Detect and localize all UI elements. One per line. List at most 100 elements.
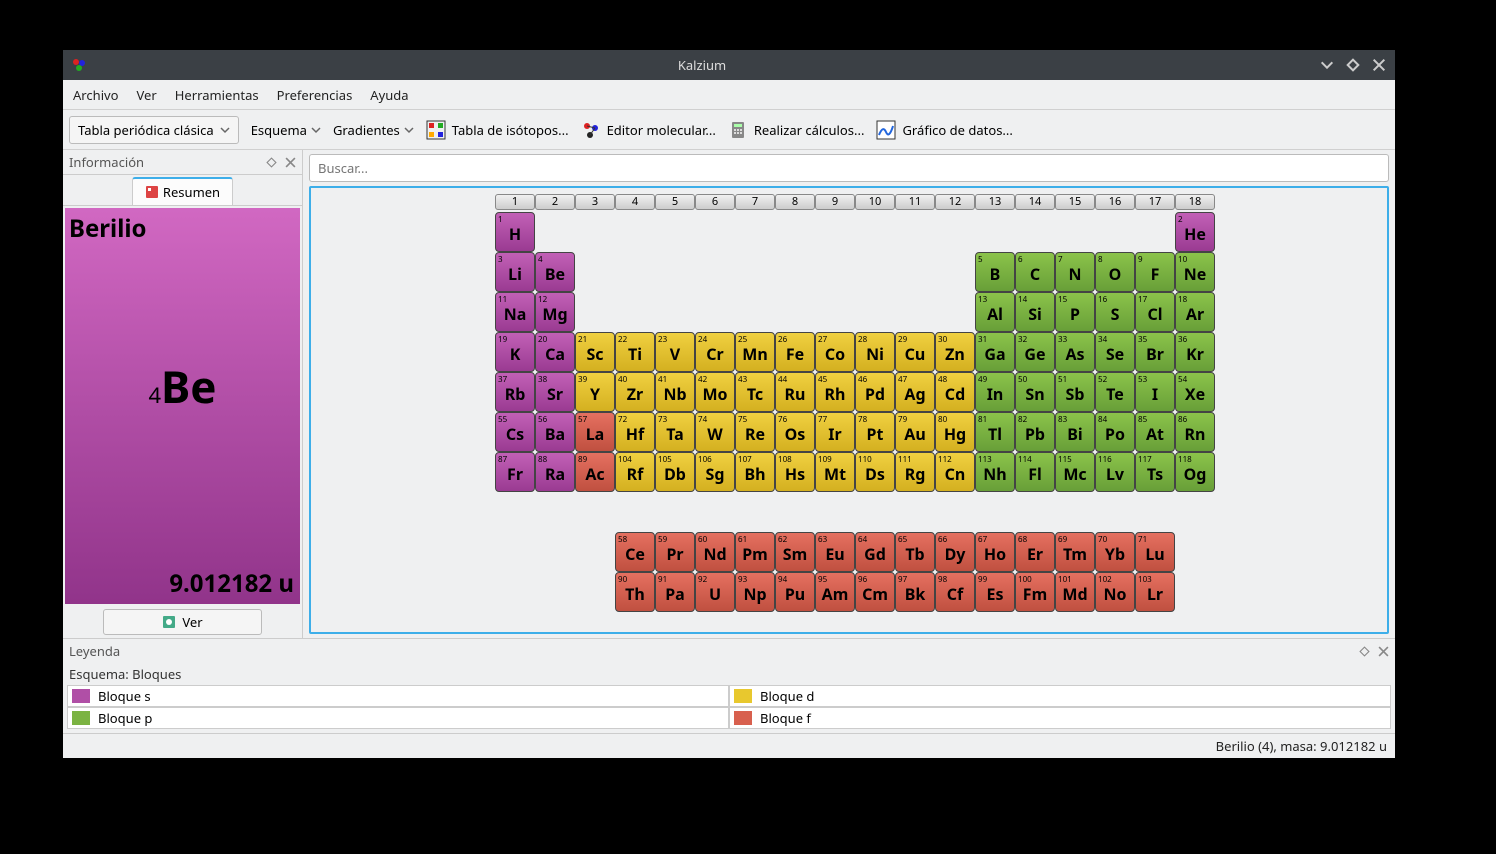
element-Pt[interactable]: 78Pt — [855, 412, 895, 452]
group-button-5[interactable]: 5 — [655, 194, 695, 210]
element-Xe[interactable]: 54Xe — [1175, 372, 1215, 412]
element-Eu[interactable]: 63Eu — [815, 532, 855, 572]
element-Hs[interactable]: 108Hs — [775, 452, 815, 492]
element-Pm[interactable]: 61Pm — [735, 532, 775, 572]
element-Ru[interactable]: 44Ru — [775, 372, 815, 412]
element-Li[interactable]: 3Li — [495, 252, 535, 292]
element-K[interactable]: 19K — [495, 332, 535, 372]
element-Ni[interactable]: 28Ni — [855, 332, 895, 372]
element-Nd[interactable]: 60Nd — [695, 532, 735, 572]
element-Bi[interactable]: 83Bi — [1055, 412, 1095, 452]
element-Co[interactable]: 27Co — [815, 332, 855, 372]
element-Pr[interactable]: 59Pr — [655, 532, 695, 572]
element-Mo[interactable]: 42Mo — [695, 372, 735, 412]
undock-icon[interactable] — [266, 157, 277, 168]
element-S[interactable]: 16S — [1095, 292, 1135, 332]
element-Ba[interactable]: 56Ba — [535, 412, 575, 452]
element-Lr[interactable]: 103Lr — [1135, 572, 1175, 612]
element-Lu[interactable]: 71Lu — [1135, 532, 1175, 572]
element-F[interactable]: 9F — [1135, 252, 1175, 292]
element-Fl[interactable]: 114Fl — [1015, 452, 1055, 492]
element-Y[interactable]: 39Y — [575, 372, 615, 412]
element-Pu[interactable]: 94Pu — [775, 572, 815, 612]
group-button-16[interactable]: 16 — [1095, 194, 1135, 210]
element-Ts[interactable]: 117Ts — [1135, 452, 1175, 492]
element-Am[interactable]: 95Am — [815, 572, 855, 612]
element-Tm[interactable]: 69Tm — [1055, 532, 1095, 572]
menu-ver[interactable]: Ver — [137, 86, 157, 104]
element-Ti[interactable]: 22Ti — [615, 332, 655, 372]
element-Ir[interactable]: 77Ir — [815, 412, 855, 452]
group-button-9[interactable]: 9 — [815, 194, 855, 210]
element-Pa[interactable]: 91Pa — [655, 572, 695, 612]
element-Zn[interactable]: 30Zn — [935, 332, 975, 372]
group-button-14[interactable]: 14 — [1015, 194, 1055, 210]
element-Nh[interactable]: 113Nh — [975, 452, 1015, 492]
element-He[interactable]: 2He — [1175, 212, 1215, 252]
minimize-icon[interactable] — [1319, 57, 1335, 73]
element-Gd[interactable]: 64Gd — [855, 532, 895, 572]
element-Se[interactable]: 34Se — [1095, 332, 1135, 372]
group-button-15[interactable]: 15 — [1055, 194, 1095, 210]
element-Tl[interactable]: 81Tl — [975, 412, 1015, 452]
element-Ar[interactable]: 18Ar — [1175, 292, 1215, 332]
element-Cn[interactable]: 112Cn — [935, 452, 975, 492]
search-input[interactable] — [309, 154, 1389, 182]
element-C[interactable]: 6C — [1015, 252, 1055, 292]
element-Md[interactable]: 101Md — [1055, 572, 1095, 612]
element-Rh[interactable]: 45Rh — [815, 372, 855, 412]
element-Re[interactable]: 75Re — [735, 412, 775, 452]
element-Os[interactable]: 76Os — [775, 412, 815, 452]
group-button-3[interactable]: 3 — [575, 194, 615, 210]
table-type-dropdown[interactable]: Tabla periódica clásica — [69, 116, 239, 144]
close-panel-icon[interactable] — [1378, 646, 1389, 657]
element-Be[interactable]: 4Be — [535, 252, 575, 292]
element-La[interactable]: 57La — [575, 412, 615, 452]
element-Fe[interactable]: 26Fe — [775, 332, 815, 372]
element-Ho[interactable]: 67Ho — [975, 532, 1015, 572]
group-button-6[interactable]: 6 — [695, 194, 735, 210]
element-Cs[interactable]: 55Cs — [495, 412, 535, 452]
element-Dy[interactable]: 66Dy — [935, 532, 975, 572]
element-Hf[interactable]: 72Hf — [615, 412, 655, 452]
element-Ac[interactable]: 89Ac — [575, 452, 615, 492]
element-Ta[interactable]: 73Ta — [655, 412, 695, 452]
element-Pb[interactable]: 82Pb — [1015, 412, 1055, 452]
element-Og[interactable]: 118Og — [1175, 452, 1215, 492]
element-H[interactable]: 1H — [495, 212, 535, 252]
element-Cr[interactable]: 24Cr — [695, 332, 735, 372]
element-Sg[interactable]: 106Sg — [695, 452, 735, 492]
element-Br[interactable]: 35Br — [1135, 332, 1175, 372]
group-button-13[interactable]: 13 — [975, 194, 1015, 210]
group-button-8[interactable]: 8 — [775, 194, 815, 210]
element-Sb[interactable]: 51Sb — [1055, 372, 1095, 412]
element-Nb[interactable]: 41Nb — [655, 372, 695, 412]
element-No[interactable]: 102No — [1095, 572, 1135, 612]
element-Rb[interactable]: 37Rb — [495, 372, 535, 412]
element-Ga[interactable]: 31Ga — [975, 332, 1015, 372]
element-Cu[interactable]: 29Cu — [895, 332, 935, 372]
element-Lv[interactable]: 116Lv — [1095, 452, 1135, 492]
element-Hg[interactable]: 80Hg — [935, 412, 975, 452]
element-Te[interactable]: 52Te — [1095, 372, 1135, 412]
group-button-12[interactable]: 12 — [935, 194, 975, 210]
close-panel-icon[interactable] — [285, 157, 296, 168]
element-U[interactable]: 92U — [695, 572, 735, 612]
tab-resumen[interactable]: Resumen — [132, 177, 233, 205]
element-Si[interactable]: 14Si — [1015, 292, 1055, 332]
close-icon[interactable] — [1371, 57, 1387, 73]
menu-ayuda[interactable]: Ayuda — [370, 86, 408, 104]
element-V[interactable]: 23V — [655, 332, 695, 372]
element-Mc[interactable]: 115Mc — [1055, 452, 1095, 492]
element-Tc[interactable]: 43Tc — [735, 372, 775, 412]
group-button-10[interactable]: 10 — [855, 194, 895, 210]
element-Cf[interactable]: 98Cf — [935, 572, 975, 612]
element-Ra[interactable]: 88Ra — [535, 452, 575, 492]
element-Rn[interactable]: 86Rn — [1175, 412, 1215, 452]
element-Th[interactable]: 90Th — [615, 572, 655, 612]
maximize-icon[interactable] — [1345, 57, 1361, 73]
element-Rf[interactable]: 104Rf — [615, 452, 655, 492]
element-Sc[interactable]: 21Sc — [575, 332, 615, 372]
element-Mg[interactable]: 12Mg — [535, 292, 575, 332]
element-Fr[interactable]: 87Fr — [495, 452, 535, 492]
